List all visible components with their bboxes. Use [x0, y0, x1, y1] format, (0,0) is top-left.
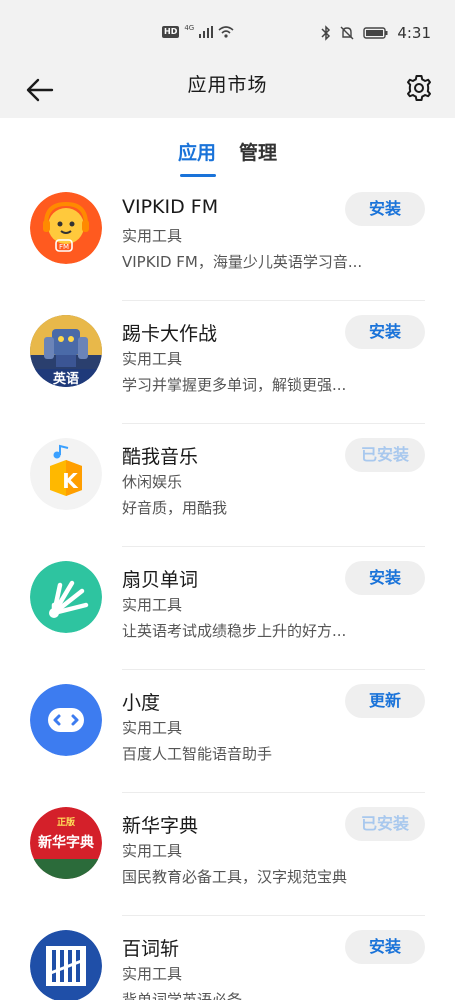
- divider: [122, 792, 425, 793]
- status-network-group: HD 4G: [162, 24, 234, 40]
- app-list: FM VIPKID FM 实用工具 VIPKID FM，海量少儿英语学习音...…: [0, 184, 455, 1000]
- baicizhan-icon: [30, 930, 102, 1000]
- divider: [122, 915, 425, 916]
- app-description: 国民教育必备工具，汉字规范宝典: [122, 868, 348, 886]
- settings-button[interactable]: [401, 70, 437, 106]
- title-bar: 应用市场: [0, 62, 455, 118]
- kuwo-music-icon: K: [30, 438, 102, 510]
- app-name: 酷我音乐: [122, 446, 199, 468]
- list-item[interactable]: FM VIPKID FM 实用工具 VIPKID FM，海量少儿英语学习音...…: [0, 184, 455, 307]
- battery-icon: [363, 27, 388, 39]
- divider: [122, 546, 425, 547]
- divider: [122, 423, 425, 424]
- installed-button[interactable]: 已安装: [345, 807, 425, 841]
- app-category: 实用工具: [122, 350, 183, 368]
- xinhua-icon-tag-text: 正版: [57, 816, 75, 828]
- wifi-icon: [218, 26, 234, 38]
- tab-manage[interactable]: 管理: [239, 138, 277, 165]
- list-item[interactable]: 小度 实用工具 百度人工智能语音助手 更新: [0, 676, 455, 799]
- divider: [122, 669, 425, 670]
- active-tab-indicator: [180, 174, 216, 177]
- tab-bar: 应用 管理: [0, 118, 455, 184]
- list-item[interactable]: 扇贝单词 实用工具 让英语考试成绩稳步上升的好方... 安装: [0, 553, 455, 676]
- hd-badge: HD: [162, 26, 180, 38]
- app-name: 百词斩: [122, 938, 180, 960]
- app-name: VIPKID FM: [122, 196, 219, 218]
- mute-bell-icon: [340, 26, 354, 40]
- app-category: 实用工具: [122, 719, 183, 737]
- app-description: 让英语考试成绩稳步上升的好方...: [122, 622, 347, 640]
- app-description: 学习并掌握更多单词，解锁更强...: [122, 376, 347, 394]
- app-description: VIPKID FM，海量少儿英语学习音...: [122, 253, 363, 271]
- clock-time: 4:31: [397, 24, 431, 42]
- app-category: 实用工具: [122, 227, 183, 245]
- vipkid-fm-icon: FM: [30, 192, 102, 264]
- app-description: 好音质，用酷我: [122, 499, 228, 517]
- install-button[interactable]: 安装: [345, 315, 425, 349]
- list-item[interactable]: 英语 踢卡大作战 实用工具 学习并掌握更多单词，解锁更强... 安装: [0, 307, 455, 430]
- app-category: 实用工具: [122, 842, 183, 860]
- app-category: 实用工具: [122, 596, 183, 614]
- list-item[interactable]: 百词斩 实用工具 背单词学英语必备 安装: [0, 922, 455, 1000]
- divider: [122, 300, 425, 301]
- shanbay-icon: [30, 561, 102, 633]
- xinhua-icon-title-text: 新华字典: [38, 834, 94, 851]
- app-name: 踢卡大作战: [122, 323, 218, 345]
- app-category: 实用工具: [122, 965, 183, 983]
- xiaodu-icon: [30, 684, 102, 756]
- app-name: 新华字典: [122, 815, 199, 837]
- gear-icon: [407, 75, 431, 101]
- svg-text:FM: FM: [59, 243, 69, 251]
- page-title: 应用市场: [187, 74, 268, 96]
- app-category: 休闲娱乐: [122, 473, 183, 491]
- install-button[interactable]: 安装: [345, 561, 425, 595]
- app-name: 扇贝单词: [122, 569, 199, 591]
- bluetooth-icon: [321, 25, 331, 41]
- status-right-group: 4:31: [321, 24, 431, 42]
- installed-button[interactable]: 已安装: [345, 438, 425, 472]
- network-type-label: 4G: [184, 24, 195, 32]
- app-description: 百度人工智能语音助手: [122, 745, 273, 763]
- app-description: 背单词学英语必备: [122, 991, 243, 1000]
- update-button[interactable]: 更新: [345, 684, 425, 718]
- xinhua-dictionary-icon: 正版 新华字典: [30, 807, 102, 879]
- tika-robot-icon: 英语: [30, 315, 102, 387]
- list-item[interactable]: 正版 新华字典 新华字典 实用工具 国民教育必备工具，汉字规范宝典 已安装: [0, 799, 455, 922]
- svg-text:英语: 英语: [52, 371, 79, 387]
- tab-apps[interactable]: 应用: [178, 138, 216, 165]
- status-bar: HD 4G 4:31: [0, 0, 455, 62]
- install-button[interactable]: 安装: [345, 192, 425, 226]
- list-item[interactable]: K 酷我音乐 休闲娱乐 好音质，用酷我 已安装: [0, 430, 455, 553]
- install-button[interactable]: 安装: [345, 930, 425, 964]
- app-name: 小度: [122, 692, 161, 714]
- svg-text:K: K: [62, 469, 79, 493]
- signal-icon: [199, 26, 214, 38]
